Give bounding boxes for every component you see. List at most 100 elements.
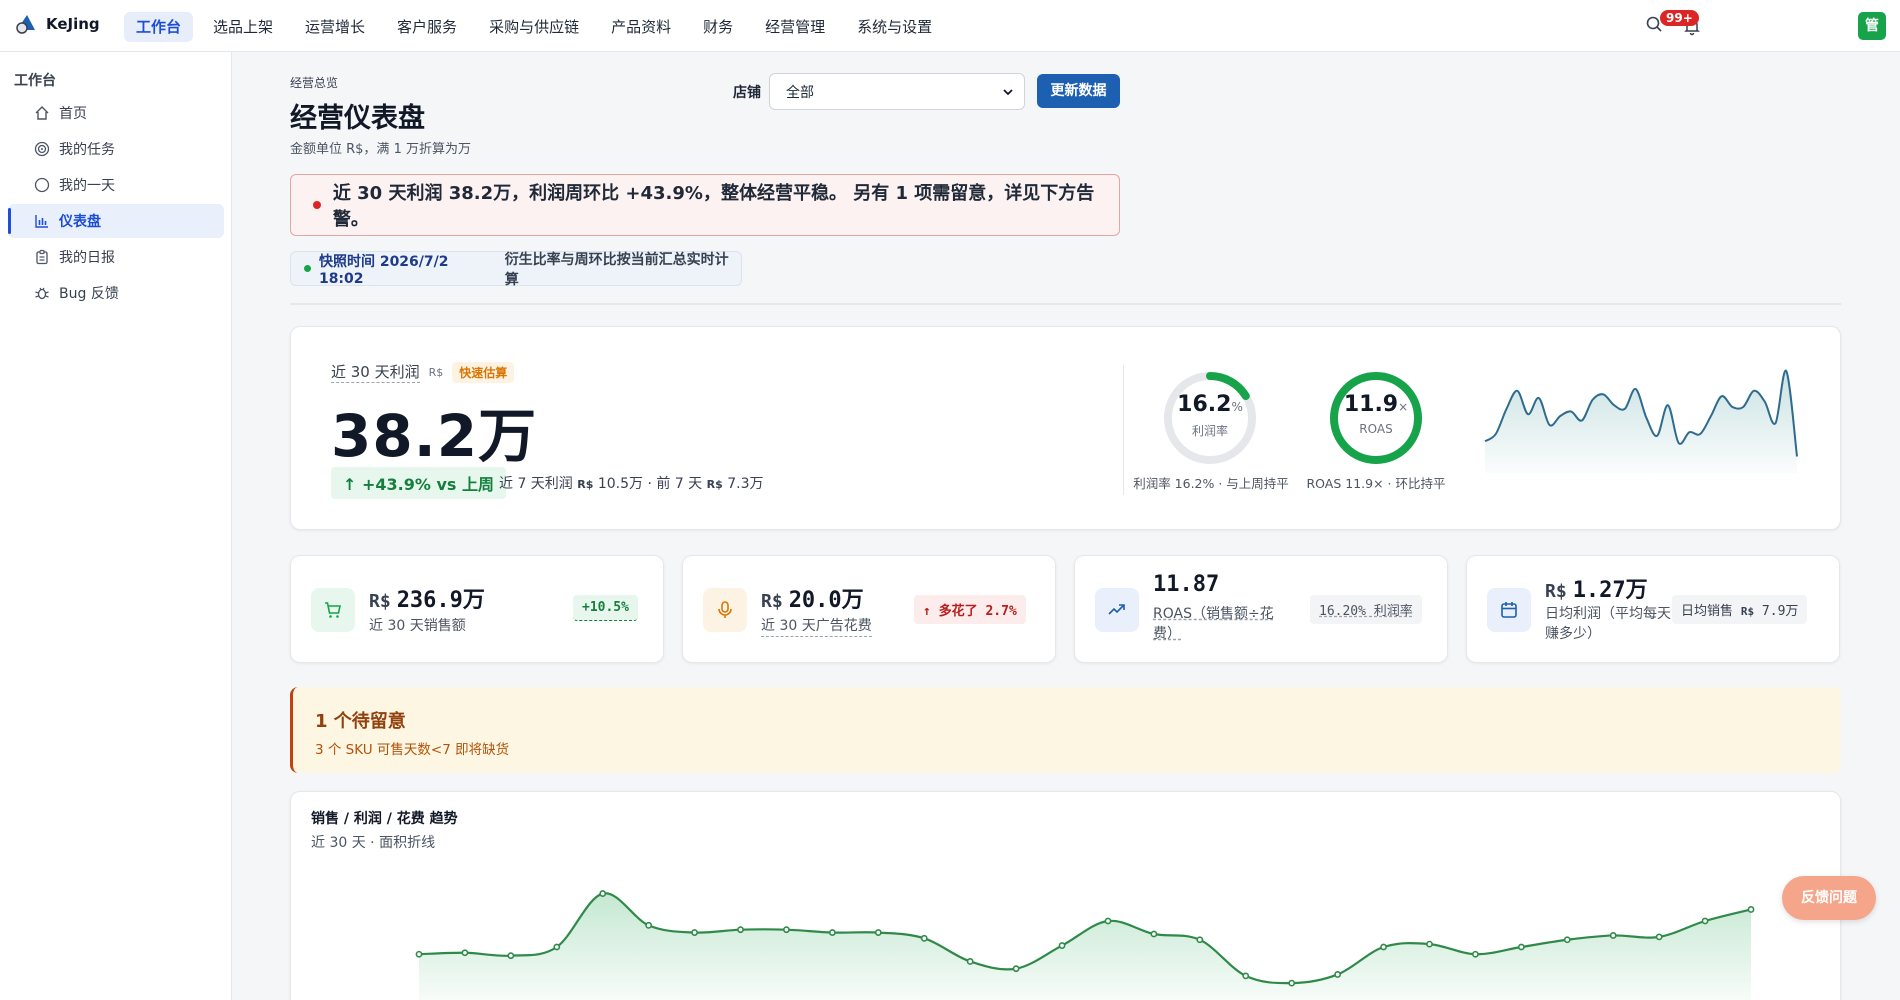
trend-point-19 [1242, 972, 1250, 980]
hero-detail-cur-a: R$ [577, 478, 594, 491]
avatar[interactable]: 管 [1858, 12, 1886, 40]
sidebar-item-label: 我的任务 [59, 142, 115, 158]
margin-value: 16.2% [1177, 392, 1243, 417]
quick-estimate-tag: 快速估算 [452, 361, 515, 383]
sidebar-item-label: 我的一天 [59, 178, 115, 194]
summary-alert: 近 30 天利润 38.2万，利润周环比 +43.9%，整体经营平稳。 另有 1… [290, 174, 1120, 236]
kpi-sales-label: 近 30 天销售额 [369, 618, 466, 634]
trend-point-8 [737, 926, 744, 934]
trend-subtitle: 近 30 天 · 面积折线 [311, 835, 436, 851]
attention-title: 1 个待留意 [315, 711, 406, 732]
trend-point-6 [645, 921, 653, 929]
status-dot [304, 265, 311, 272]
trend-point-2 [461, 949, 469, 957]
kpi-ad-spend-value: R$ 20.0万 [761, 588, 864, 613]
calendar-icon [1487, 588, 1531, 632]
trend-chart-card: 销售 / 利润 / 花费 趋势 近 30 天 · 面积折线 [290, 791, 1841, 1000]
bug-icon [35, 287, 49, 300]
sidebar-item-label: 仪表盘 [59, 214, 101, 230]
trend-title: 销售 / 利润 / 花费 趋势 [311, 811, 458, 827]
sidebar-item-label: 首页 [59, 106, 87, 122]
roas-caption: ROAS 11.9× · 环比持平 [1306, 476, 1446, 491]
trend-chart [415, 890, 1755, 1000]
sidebar-item-daily-report[interactable]: 我的日报 [8, 240, 224, 274]
notification-badge: 99+ [1660, 10, 1699, 26]
nav-item-operations[interactable]: 经营管理 [753, 12, 837, 42]
nav-item-product-selection[interactable]: 选品上架 [201, 12, 285, 42]
roas-ring: 11.9× ROAS [1328, 370, 1424, 466]
kpi-sales-value: R$ 236.9万 [369, 588, 485, 613]
sidebar: 工作台 首页 我的任务 我的一天 仪表盘 我的日报 Bug 反馈 [0, 52, 232, 1000]
roas-value: 11.9× [1343, 392, 1409, 417]
trend-point-22 [1380, 943, 1387, 951]
roas-label: ROAS [1359, 422, 1393, 436]
margin-label: 利润率 [1191, 424, 1228, 438]
store-select[interactable]: 全部 [769, 73, 1025, 110]
margin-caption: 利润率 16.2% · 与上周持平 [1133, 476, 1289, 491]
page-title: 经营仪表盘 [290, 103, 425, 134]
sidebar-item-label: 我的日报 [59, 250, 115, 266]
page-subtitle: 金额单位 R$，满 1 万折算为万 [290, 142, 471, 157]
trend-point-5 [599, 890, 607, 897]
trend-point-18 [1196, 936, 1204, 944]
nav-item-finance[interactable]: 财务 [691, 12, 745, 42]
nav-item-settings[interactable]: 系统与设置 [845, 12, 944, 42]
main-nav: 工作台 选品上架 运营增长 客户服务 采购与供应链 产品资料 财务 经营管理 系… [124, 12, 944, 42]
hero-divider [1123, 365, 1124, 495]
kpi-sales-chip: +10.5% [573, 595, 638, 621]
kpi-card-ad-spend: R$ 20.0万 近 30 天广告花费 ↑ 多花了 2.7% [682, 555, 1056, 663]
snapshot-banner: 快照时间 2026/7/2 18:02 衍生比率与周环比按当前汇总实时计算 [290, 251, 742, 288]
refresh-data-button[interactable]: 更新数据 [1037, 74, 1120, 108]
trend-area [419, 893, 1751, 1000]
trend-point-17 [1150, 930, 1158, 938]
sidebar-item-my-day[interactable]: 我的一天 [8, 168, 224, 202]
trend-point-7 [691, 929, 698, 936]
bar-chart-icon [35, 215, 48, 228]
margin-ring: 16.2% 利润率 [1162, 370, 1258, 466]
logo-icon [16, 15, 35, 34]
circle-icon [34, 177, 50, 193]
trend-point-28 [1655, 933, 1663, 941]
nav-item-supply-chain[interactable]: 采购与供应链 [477, 12, 591, 42]
nav-item-growth[interactable]: 运营增长 [293, 12, 377, 42]
brand[interactable]: KeJing [14, 12, 100, 36]
kpi-daily-profit-label: 日均利润（平均每天赚多少） [1545, 606, 1671, 642]
hero-label-row: 近 30 天利润 R$ 快速估算 [331, 361, 515, 383]
trend-point-14 [1012, 965, 1020, 973]
nav-item-customer-service[interactable]: 客户服务 [385, 12, 469, 42]
profit-hero-card: 近 30 天利润 R$ 快速估算 38.2万 ↑ +43.9% vs 上周 近 … [290, 326, 1841, 530]
trend-up-icon [1095, 588, 1139, 632]
snapshot-note: 衍生比率与周环比按当前汇总实时计算 [504, 251, 729, 288]
trend-point-30 [1747, 906, 1755, 913]
trend-point-25 [1517, 943, 1525, 951]
trend-point-10 [828, 929, 836, 936]
alert-text: 近 30 天利润 38.2万，利润周环比 +43.9%，整体经营平稳。 另有 1… [332, 183, 1095, 230]
brand-name: KeJing [46, 15, 100, 33]
hero-delta-badge: ↑ +43.9% vs 上周 [331, 467, 506, 499]
margin-ring-svg [1164, 372, 1256, 464]
feedback-button[interactable]: 反馈问题 [1782, 876, 1876, 920]
target-icon [34, 141, 50, 157]
attention-body: 3 个 SKU 可售天数<7 即将缺货 [315, 742, 510, 758]
attention-panel: 1 个待留意 3 个 SKU 可售天数<7 即将缺货 [290, 687, 1841, 773]
nav-item-product-data[interactable]: 产品资料 [599, 12, 683, 42]
sparkline-area [1485, 370, 1797, 473]
roas-ring-svg [1330, 372, 1422, 464]
trend-point-23 [1426, 940, 1433, 948]
trend-point-9 [783, 926, 790, 934]
sidebar-item-home[interactable]: 首页 [8, 96, 224, 130]
sidebar-item-dashboard[interactable]: 仪表盘 [8, 204, 224, 238]
top-bar: KeJing 工作台 选品上架 运营增长 客户服务 采购与供应链 产品资料 财务… [0, 0, 1900, 52]
sidebar-title: 工作台 [14, 73, 56, 89]
trend-point-4 [553, 943, 561, 951]
sidebar-item-tasks[interactable]: 我的任务 [8, 132, 224, 166]
alert-dot [313, 201, 321, 209]
trend-point-20 [1288, 979, 1296, 987]
trend-point-11 [874, 929, 882, 936]
kpi-roas-label: ROAS（销售额÷花费） [1153, 606, 1274, 642]
nav-item-workbench[interactable]: 工作台 [124, 12, 194, 42]
roas-ring-fill [1330, 372, 1422, 464]
sidebar-item-bug-report[interactable]: Bug 反馈 [8, 276, 224, 310]
trend-point-15 [1058, 942, 1066, 949]
kpi-roas-value: 11.87 [1153, 572, 1220, 597]
